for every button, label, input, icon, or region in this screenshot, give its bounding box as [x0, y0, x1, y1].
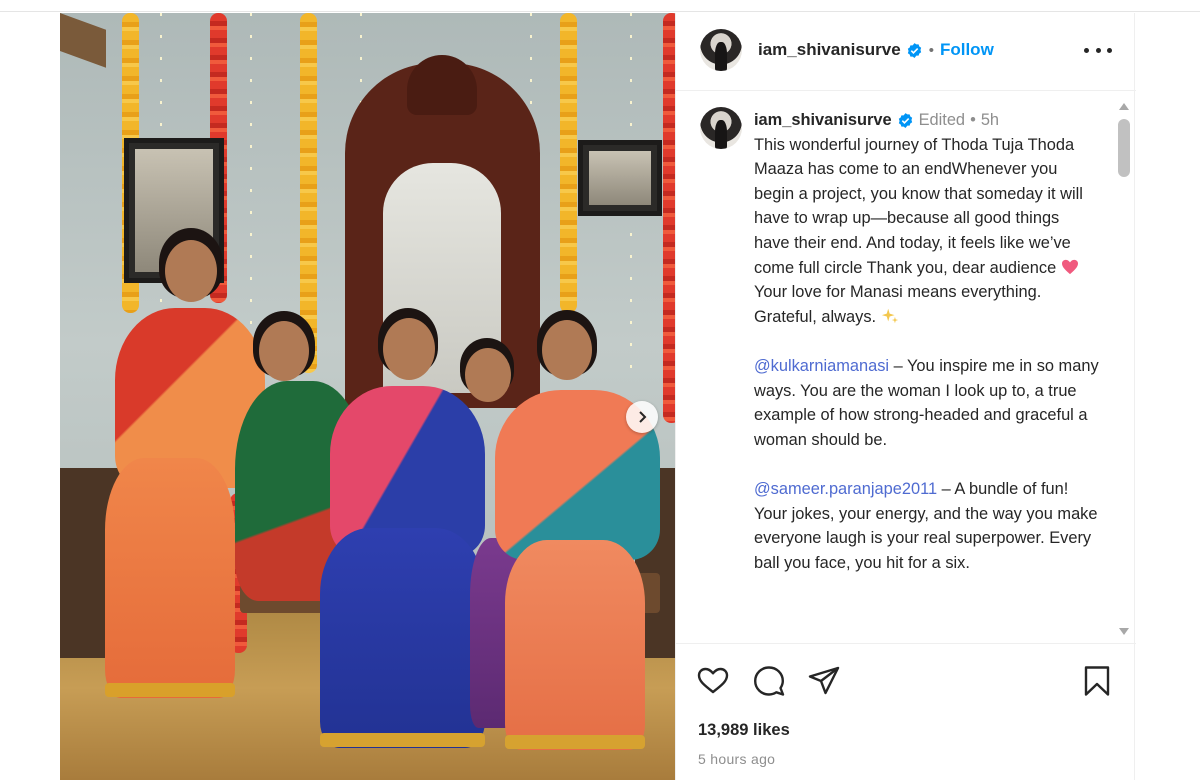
post-image[interactable]	[60, 13, 675, 780]
heart-icon[interactable]	[696, 664, 730, 698]
scroll-down-arrow[interactable]	[1119, 628, 1129, 635]
person	[495, 310, 665, 765]
paper-plane-icon[interactable]	[807, 664, 841, 698]
mention-link[interactable]: @sameer.paranjape2011	[754, 480, 937, 498]
scrollbar-thumb[interactable]	[1118, 119, 1130, 177]
caption-scroll-area[interactable]: iam_shivanisurve Edited • 5h This wonder…	[676, 91, 1136, 643]
avatar[interactable]	[700, 107, 742, 149]
avatar[interactable]	[700, 29, 742, 71]
caption-paragraph: @sameer.paranjape2011 – A bundle of fun!…	[754, 477, 1099, 575]
browser-top-edge	[0, 0, 1200, 12]
caption: iam_shivanisurve Edited • 5h This wonder…	[754, 108, 1099, 600]
caption-time[interactable]: 5h	[981, 108, 999, 133]
edited-label: Edited	[918, 111, 966, 129]
likes-count[interactable]: 13,989 likes	[698, 721, 790, 740]
post-side-panel: iam_shivanisurve • Follow iam_shivanisur…	[675, 13, 1136, 780]
caption-meta: iam_shivanisurve Edited • 5h	[754, 108, 1099, 133]
framed-photo	[578, 140, 662, 216]
sparkles-emoji-icon	[881, 308, 898, 323]
scroll-up-arrow[interactable]	[1119, 103, 1129, 110]
comment-icon[interactable]	[752, 664, 786, 698]
caption-text: This wonderful journey of Thoda Tuja Tho…	[754, 135, 1083, 277]
header-user-info: iam_shivanisurve • Follow	[758, 40, 994, 60]
post-actions: 13,989 likes 5 hours ago	[676, 643, 1136, 780]
follow-button[interactable]: Follow	[940, 40, 994, 60]
verified-badge-icon	[898, 112, 912, 128]
pink-heart-emoji-icon	[1061, 259, 1078, 274]
caption-paragraph: This wonderful journey of Thoda Tuja Tho…	[754, 133, 1099, 330]
caption-scrollbar[interactable]	[1116, 99, 1132, 635]
post-header: iam_shivanisurve • Follow	[676, 13, 1136, 91]
caption-paragraph: @kulkarniamanasi – You inspire me in so …	[754, 354, 1099, 452]
bookmark-icon[interactable]	[1080, 664, 1114, 698]
caption-username-link[interactable]: iam_shivanisurve	[754, 108, 892, 133]
post-timestamp[interactable]: 5 hours ago	[698, 751, 775, 767]
separator-dot: •	[970, 111, 976, 129]
next-image-button[interactable]	[626, 401, 658, 433]
chevron-right-icon	[639, 411, 647, 423]
username-link[interactable]: iam_shivanisurve	[758, 40, 901, 60]
marigold-garland	[560, 13, 577, 313]
more-options-icon[interactable]	[1084, 39, 1112, 61]
separator-dot: •	[928, 41, 934, 59]
verified-badge-icon	[907, 42, 921, 58]
mention-link[interactable]: @kulkarniamanasi	[754, 357, 889, 375]
